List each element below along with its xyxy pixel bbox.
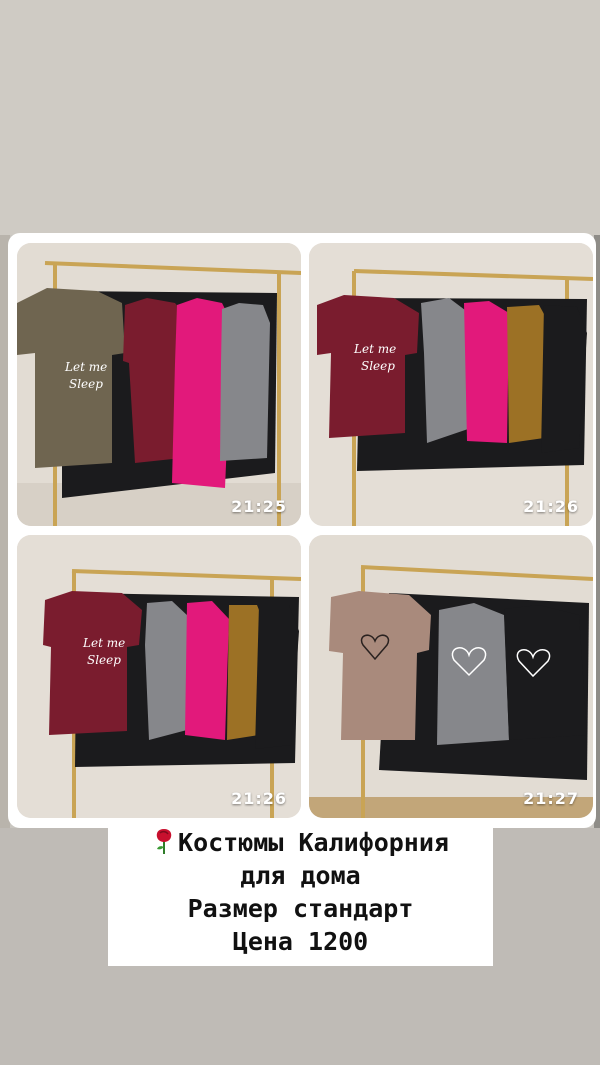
- photo-tile-4[interactable]: 21:27: [309, 535, 593, 818]
- svg-text:Let me: Let me: [82, 636, 125, 650]
- svg-text:Sleep: Sleep: [361, 359, 395, 373]
- photo-timestamp: 21:26: [523, 497, 579, 516]
- print-text-let-me: Let me: [64, 360, 107, 374]
- rack-photo-3: Let me Sleep: [17, 535, 301, 818]
- caption-line-1: Костюмы Калифорния: [178, 828, 449, 857]
- rose-icon: [152, 827, 176, 855]
- rack-photo-2: Let me Sleep: [309, 243, 593, 526]
- product-caption: Костюмы Калифорния для дома Размер станд…: [108, 826, 493, 966]
- photo-timestamp: 21:26: [231, 789, 287, 808]
- svg-text:Sleep: Sleep: [87, 653, 121, 667]
- photo-tile-1[interactable]: Let me Sleep 21:25: [17, 243, 301, 526]
- photo-timestamp: 21:27: [523, 789, 579, 808]
- caption-line-title: Костюмы Калифорния: [108, 826, 493, 859]
- photo-tile-3[interactable]: Let me Sleep 21:26: [17, 535, 301, 818]
- caption-line-3: Размер стандарт: [187, 894, 414, 923]
- rack-photo-1: Let me Sleep: [17, 243, 301, 526]
- svg-text:Let me: Let me: [353, 342, 396, 356]
- photo-timestamp: 21:25: [231, 497, 287, 516]
- caption-line-4: Цена 1200: [232, 927, 369, 956]
- print-text-sleep: Sleep: [69, 377, 103, 391]
- caption-line-2: для дома: [240, 861, 361, 890]
- rack-photo-4: [309, 535, 593, 818]
- photo-tile-2[interactable]: Let me Sleep 21:26: [309, 243, 593, 526]
- background-top: [0, 0, 600, 235]
